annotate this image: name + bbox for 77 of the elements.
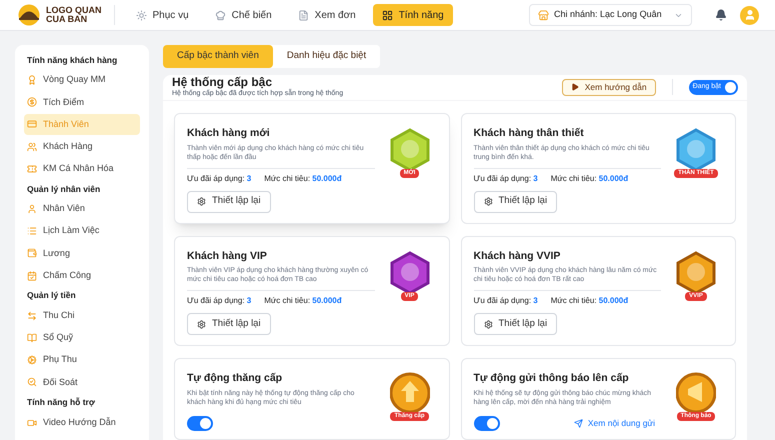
offers-label: Ưu đãi áp dụng: 3 <box>474 172 538 184</box>
notification-bell-icon[interactable] <box>715 9 727 21</box>
offers-label: Ưu đãi áp dụng: 3 <box>187 295 252 308</box>
hexagon-badge-icon <box>390 128 430 172</box>
document-icon <box>298 10 309 20</box>
hexagon-badge-icon <box>676 128 716 172</box>
book-icon <box>27 332 37 343</box>
sidebar-section-title: Quản lý nhân viên <box>27 182 102 196</box>
wallet-icon <box>27 248 37 258</box>
branch-dropdown[interactable]: Chi nhánh: Lạc Long Quân <box>529 4 692 26</box>
sidebar-item[interactable]: Chấm Công <box>24 265 140 286</box>
reset-button[interactable]: Thiết lập lại <box>187 313 271 336</box>
automation-title: Tự động gửi thông báo lên cấp <box>474 371 630 386</box>
settings-icon <box>484 197 492 206</box>
sidebar-item[interactable]: Nhân Viên <box>24 198 140 220</box>
video-icon <box>27 418 37 428</box>
coin-icon <box>27 97 37 108</box>
grid-icon <box>382 10 393 20</box>
chef-hat-icon <box>214 10 226 20</box>
view-content-link[interactable]: Xem nội dung gửi <box>574 417 655 430</box>
medal-icon <box>27 75 37 86</box>
sidebar-item[interactable]: Phụ Thu <box>24 350 140 371</box>
people-icon <box>27 142 37 152</box>
person-icon <box>744 9 756 21</box>
settings-icon <box>484 320 492 329</box>
gear-icon <box>27 355 37 366</box>
settings-icon <box>197 320 206 329</box>
reset-button[interactable]: Thiết lập lại <box>474 313 558 336</box>
hexagon-badge-icon <box>390 250 430 294</box>
spend-label: Mức chi tiêu: 50.000đ <box>264 295 342 308</box>
spend-label: Mức chi tiêu: 50.000đ <box>264 172 342 184</box>
toggle-switch[interactable] <box>474 416 500 431</box>
sidebar-item[interactable]: Khách Hàng <box>24 136 140 158</box>
sidebar-item[interactable]: Lịch Làm Việc <box>24 220 140 242</box>
spend-label: Mức chi tiêu: 50.000đ <box>550 172 628 184</box>
automation-title: Tự động thăng cấp <box>187 371 284 386</box>
store-icon <box>538 10 549 20</box>
list-icon <box>27 226 37 236</box>
ticket-icon <box>27 164 37 174</box>
tier-title: Khách hàng mới <box>187 126 271 141</box>
toggle-switch[interactable] <box>187 416 213 431</box>
sidebar-section-title: Tính năng khách hàng <box>27 54 118 67</box>
reset-button[interactable]: Thiết lập lại <box>474 190 558 212</box>
sun-icon <box>136 10 146 20</box>
tier-title: Khách hàng VVIP <box>474 248 562 264</box>
sidebar-item[interactable]: KM Cá Nhân Hóa <box>24 158 140 180</box>
sidebar-item[interactable]: Sổ Quỹ <box>24 327 140 348</box>
segment-tab[interactable]: Cấp bậc thành viên <box>163 45 273 68</box>
sidebar-section-title: Quản lý tiền <box>27 289 77 302</box>
card-icon <box>27 119 37 130</box>
send-icon <box>574 419 583 428</box>
nav-tab[interactable]: Tính năng <box>372 4 453 26</box>
spend-label: Mức chi tiêu: 50.000đ <box>550 295 628 308</box>
sidebar-item[interactable]: Tích Điểm <box>24 92 140 113</box>
calendar-icon <box>27 270 37 281</box>
hexagon-badge-icon <box>676 250 716 294</box>
settings-icon <box>197 197 206 206</box>
sidebar-item[interactable]: Đối Soát <box>24 372 140 393</box>
person-icon <box>27 204 37 214</box>
search-icon <box>27 377 37 388</box>
offers-label: Ưu đãi áp dụng: 3 <box>474 295 538 308</box>
sidebar-item[interactable]: Lương <box>24 242 140 264</box>
tier-title: Khách hàng VIP <box>187 248 268 264</box>
offers-label: Ưu đãi áp dụng: 3 <box>187 172 252 184</box>
panel-title: Hệ thống cấp bậc <box>172 75 274 90</box>
reset-button[interactable]: Thiết lập lại <box>187 190 271 212</box>
logo-text: LOGO QUAN <box>46 6 102 15</box>
play-icon <box>570 83 579 92</box>
swap-arrows-icon <box>27 310 37 321</box>
sidebar-section-title: Tính năng hỗ trợ <box>27 396 96 410</box>
cloche-logo-icon <box>16 4 42 26</box>
logo-text: CUA BAN <box>46 15 88 24</box>
guide-button[interactable]: Xem hướng dẫn <box>562 78 656 96</box>
sidebar-item[interactable]: Vòng Quay MM <box>24 70 140 91</box>
tier-title: Khách hàng thân thiết <box>474 126 585 141</box>
sidebar-item[interactable]: Thu Chi <box>24 305 140 326</box>
sidebar-item[interactable]: Video Hướng Dẫn <box>24 412 140 434</box>
